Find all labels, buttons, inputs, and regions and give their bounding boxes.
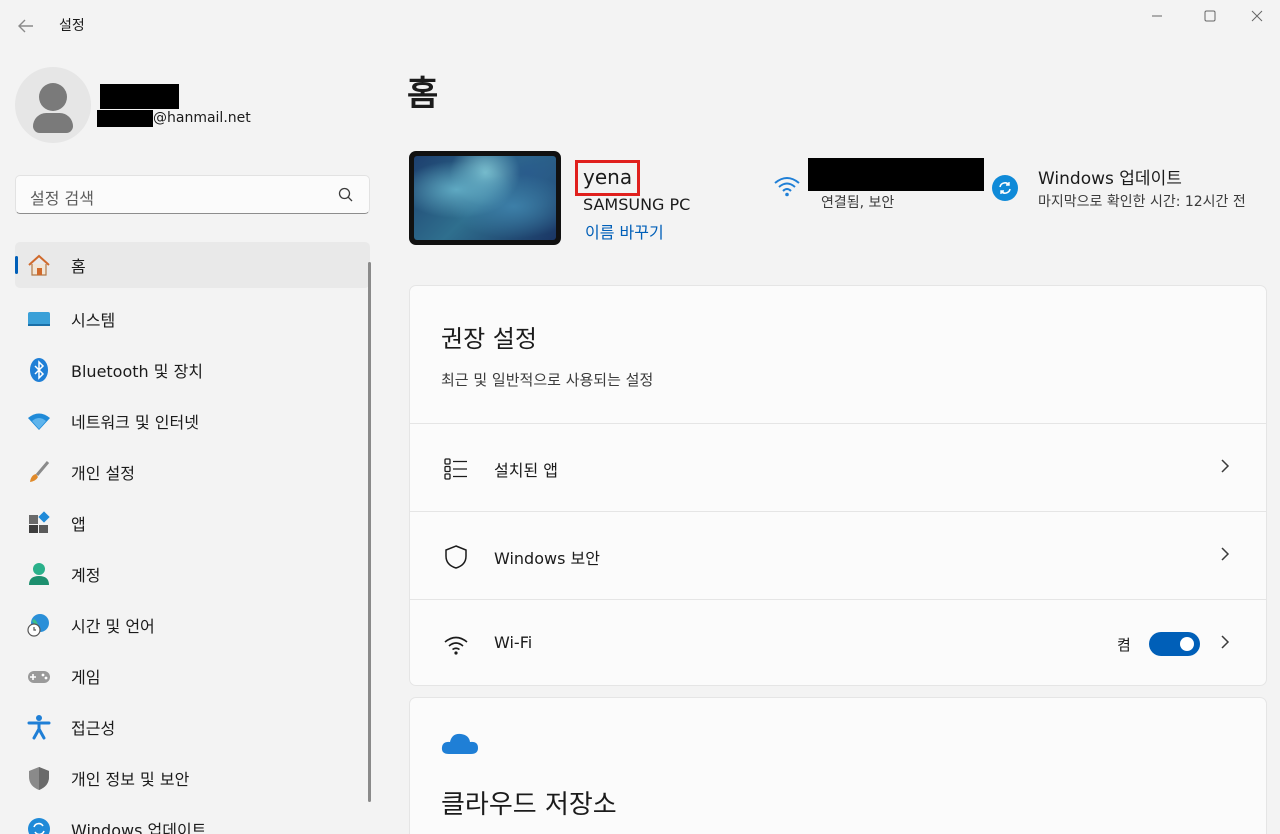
sidebar-item-windows-update[interactable]: Windows 업데이트 bbox=[15, 803, 370, 834]
sidebar-item-label: 계정 bbox=[71, 565, 101, 585]
app-title: 설정 bbox=[59, 18, 85, 34]
security-shield-icon bbox=[443, 544, 469, 570]
page-title: 홈 bbox=[407, 74, 439, 114]
home-icon bbox=[26, 252, 52, 278]
sidebar-item-gaming[interactable]: 게임 bbox=[15, 650, 370, 701]
sidebar-item-label: 게임 bbox=[71, 667, 101, 687]
sidebar-scrollbar[interactable] bbox=[368, 262, 371, 802]
sidebar-item-accounts[interactable]: 계정 bbox=[15, 548, 370, 599]
installed-apps-row[interactable]: 설치된 앱 bbox=[410, 423, 1266, 511]
redacted-network-name bbox=[808, 158, 984, 191]
cloud-icon bbox=[441, 733, 478, 754]
installed-apps-icon bbox=[443, 456, 469, 482]
sidebar-item-label: Bluetooth 및 장치 bbox=[71, 361, 204, 381]
wifi-label: Wi-Fi bbox=[494, 633, 533, 652]
avatar-body bbox=[33, 113, 73, 133]
system-icon bbox=[26, 306, 52, 332]
sidebar-item-home[interactable]: 홈 bbox=[15, 242, 370, 288]
windows-security-row[interactable]: Windows 보안 bbox=[410, 511, 1266, 599]
sidebar-item-label: 시스템 bbox=[71, 310, 116, 330]
windows-update-title[interactable]: Windows 업데이트 bbox=[1038, 164, 1182, 189]
windows-security-label: Windows 보안 bbox=[494, 549, 600, 568]
sidebar-item-bluetooth[interactable]: Bluetooth 및 장치 bbox=[15, 344, 370, 395]
windows-update-last-checked: 마지막으로 확인한 시간: 12시간 전 bbox=[1038, 194, 1246, 210]
minimize-icon bbox=[1152, 15, 1162, 17]
network-status: 연결됨, 보안 bbox=[821, 195, 895, 211]
apps-icon bbox=[26, 510, 52, 536]
minimize-button[interactable] bbox=[1132, 0, 1182, 32]
avatar-head bbox=[39, 83, 67, 111]
redacted-username bbox=[100, 84, 179, 109]
gaming-icon bbox=[26, 663, 52, 689]
chevron-right-icon bbox=[1220, 455, 1230, 480]
bluetooth-icon bbox=[26, 357, 52, 383]
device-wallpaper-thumbnail bbox=[409, 151, 561, 245]
sidebar-item-label: 개인 설정 bbox=[71, 463, 135, 483]
sidebar-item-label: 시간 및 언어 bbox=[71, 616, 155, 636]
accessibility-icon bbox=[26, 714, 52, 740]
sidebar-item-personalization[interactable]: 개인 설정 bbox=[15, 446, 370, 497]
sidebar-item-label: 앱 bbox=[71, 514, 86, 534]
time-language-icon bbox=[26, 612, 52, 638]
sidebar-item-accessibility[interactable]: 접근성 bbox=[15, 701, 370, 752]
wifi-toggle-state: 켬 bbox=[1117, 636, 1131, 654]
cloud-storage-card: 클라우드 저장소 bbox=[409, 697, 1267, 834]
chevron-right-icon bbox=[1220, 543, 1230, 568]
windows-update-icon bbox=[992, 175, 1018, 201]
title-bar: 설정 bbox=[0, 0, 1280, 48]
wifi-icon bbox=[774, 177, 800, 197]
sidebar-item-privacy-security[interactable]: 개인 정보 및 보안 bbox=[15, 752, 370, 803]
device-model: SAMSUNG PC bbox=[583, 195, 691, 214]
account-icon bbox=[26, 561, 52, 587]
recommended-settings-card: 권장 설정 최근 및 일반적으로 사용되는 설정 설치된 앱 Windows 보… bbox=[409, 285, 1267, 686]
close-icon bbox=[1251, 10, 1263, 22]
sidebar-item-label: 홈 bbox=[71, 257, 86, 276]
avatar[interactable] bbox=[15, 67, 91, 143]
toggle-knob bbox=[1180, 637, 1194, 651]
sidebar-item-label: Windows 업데이트 bbox=[71, 820, 207, 834]
maximize-icon bbox=[1204, 10, 1216, 22]
sidebar-item-system[interactable]: 시스템 bbox=[15, 293, 370, 344]
chevron-right-icon bbox=[1220, 631, 1230, 656]
device-name: yena bbox=[583, 165, 633, 189]
back-button[interactable] bbox=[12, 12, 40, 40]
wallpaper-image bbox=[414, 156, 556, 240]
recommended-subtitle: 최근 및 일반적으로 사용되는 설정 bbox=[441, 371, 654, 389]
sidebar-item-label: 개인 정보 및 보안 bbox=[71, 769, 190, 789]
shield-icon bbox=[26, 765, 52, 791]
sidebar-item-apps[interactable]: 앱 bbox=[15, 497, 370, 548]
sidebar-item-time-language[interactable]: 시간 및 언어 bbox=[15, 599, 370, 650]
sidebar-item-label: 네트워크 및 인터넷 bbox=[71, 412, 199, 432]
sidebar-item-label: 접근성 bbox=[71, 718, 116, 738]
redacted-email-prefix bbox=[97, 110, 153, 127]
maximize-button[interactable] bbox=[1185, 0, 1235, 32]
cloud-storage-title: 클라우드 저장소 bbox=[441, 790, 617, 820]
search-input[interactable]: 설정 검색 bbox=[15, 175, 370, 214]
wifi-icon bbox=[443, 632, 469, 658]
update-icon bbox=[26, 816, 52, 834]
rename-link[interactable]: 이름 바꾸기 bbox=[585, 219, 664, 243]
sidebar-item-network[interactable]: 네트워크 및 인터넷 bbox=[15, 395, 370, 446]
search-placeholder: 설정 검색 bbox=[30, 189, 94, 208]
installed-apps-label: 설치된 앱 bbox=[494, 461, 558, 480]
wifi-row[interactable]: Wi-Fi 켬 bbox=[410, 599, 1266, 687]
wifi-toggle[interactable] bbox=[1149, 632, 1200, 656]
network-icon bbox=[26, 408, 52, 434]
recommended-title: 권장 설정 bbox=[441, 325, 537, 353]
close-button[interactable] bbox=[1232, 0, 1280, 32]
sidebar-nav: 홈 시스템 Bluetooth 및 장치 네트워크 및 인터넷 개인 설정 앱 bbox=[15, 242, 370, 834]
search-icon bbox=[338, 187, 353, 202]
back-arrow-icon bbox=[18, 19, 33, 33]
brush-icon bbox=[26, 459, 52, 485]
profile-email: @hanmail.net bbox=[153, 110, 251, 126]
